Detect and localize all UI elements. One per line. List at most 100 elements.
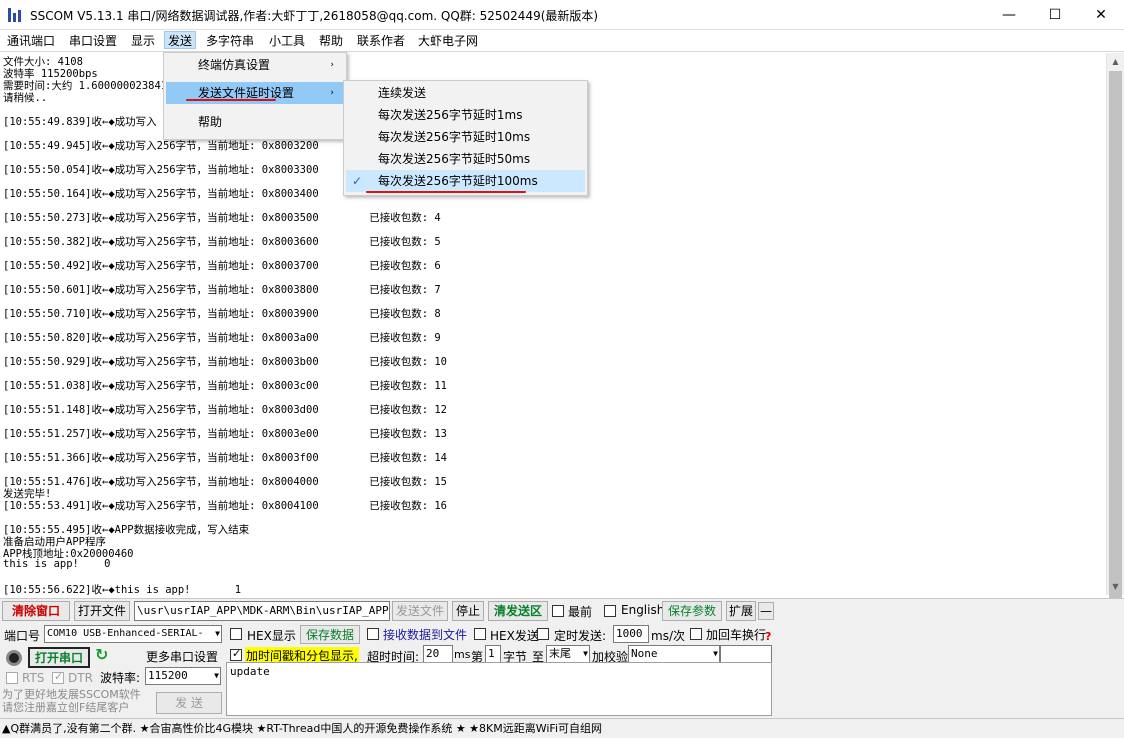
hex-send-label: HEX发送 (490, 629, 539, 643)
end-select[interactable]: 末尾 ▼ (546, 645, 590, 663)
save-data-button[interactable]: 保存数据 (300, 625, 360, 644)
log-line: [10:55:51.476]收←◆成功写入256字节，当前地址: 0x80040… (3, 476, 448, 488)
log-line: 请稍候.. (3, 92, 48, 104)
submenu-arrow-icon: › (330, 88, 334, 98)
log-line: [10:55:50.382]收←◆成功写入256字节，当前地址: 0x80036… (3, 236, 441, 248)
log-line: [10:55:51.148]收←◆成功写入256字节，当前地址: 0x8003d… (3, 404, 448, 416)
file-path-input[interactable]: \usr\usrIAP_APP\MDK-ARM\Bin\usrIAP_APP.b… (134, 601, 390, 621)
log-line: [10:55:51.366]收←◆成功写入256字节，当前地址: 0x8003f… (3, 452, 448, 464)
english-label: English (621, 603, 665, 617)
open-file-button[interactable]: 打开文件 (74, 601, 130, 621)
menu-website[interactable]: 大虾电子网 (415, 32, 481, 50)
topmost-label: 最前 (568, 605, 593, 619)
menu-terminal-emulation[interactable]: 终端仿真设置 › (166, 54, 344, 76)
chevron-down-icon: ▼ (214, 671, 219, 680)
submenu-delay-1ms[interactable]: 每次发送256字节延时1ms (346, 104, 585, 126)
hex-display-checkbox[interactable] (230, 628, 242, 640)
english-checkbox[interactable] (604, 605, 616, 617)
rts-checkbox[interactable] (6, 672, 18, 684)
close-button[interactable]: ✕ (1078, 0, 1124, 30)
log-scrollbar[interactable]: ▲ ▼ (1106, 53, 1124, 599)
timeout-unit: ms (454, 648, 471, 661)
byte-index-input[interactable]: 1 (485, 645, 501, 663)
timestamp-checkbox[interactable] (230, 647, 242, 661)
save-params-button[interactable]: 保存参数 (662, 601, 722, 621)
baud-select[interactable]: 115200 ▼ (145, 667, 221, 685)
port-status-icon (6, 650, 22, 666)
hex-send-checkbox[interactable] (474, 628, 486, 640)
stop-button[interactable]: 停止 (452, 601, 484, 621)
maximize-button[interactable]: ☐ (1032, 0, 1078, 30)
send-menu-dropdown: 终端仿真设置 › 发送文件延时设置 › 帮助 (163, 52, 347, 140)
title-bar: SSCOM V5.13.1 串口/网络数据调试器,作者:大虾丁丁,2618058… (0, 0, 1124, 30)
chevron-down-icon: ▼ (215, 629, 220, 638)
log-line: [10:55:50.820]收←◆成功写入256字节，当前地址: 0x8003a… (3, 332, 441, 344)
refresh-icon[interactable]: ↻ (95, 645, 108, 664)
minimize-button[interactable]: — (986, 0, 1032, 30)
timed-send-checkbox[interactable] (537, 628, 549, 640)
port-select[interactable]: COM10 USB-Enhanced-SERIAL- ▼ (44, 625, 222, 643)
timed-send-label: 定时发送: (554, 629, 607, 643)
scroll-up-icon[interactable]: ▲ (1107, 53, 1124, 70)
toolbar: 清除窗口 打开文件 \usr\usrIAP_APP\MDK-ARM\Bin\us… (0, 598, 1124, 622)
send-file-button[interactable]: 发送文件 (392, 601, 448, 621)
baud-label: 波特率: (100, 671, 141, 685)
status-bar[interactable]: ▲Q群满员了,没有第二个群. ★合宙高性价比4G模块 ★RT-Thread中国人… (0, 718, 1124, 738)
timeout-input[interactable]: 20 (423, 645, 453, 663)
clear-send-button[interactable]: 清发送区 (488, 601, 548, 621)
menu-contact-author[interactable]: 联系作者 (354, 32, 408, 50)
expand-button[interactable]: 扩展 (726, 601, 756, 621)
log-line: [10:55:50.273]收←◆成功写入256字节，当前地址: 0x80035… (3, 212, 441, 224)
checkmark-icon: ✓ (352, 174, 363, 188)
send-text-input[interactable]: update (226, 662, 772, 716)
dtr-checkbox[interactable] (52, 670, 64, 684)
send-button[interactable]: 发 送 (156, 692, 222, 714)
hex-display-label: HEX显示 (247, 629, 296, 643)
topmost-checkbox[interactable] (552, 605, 564, 617)
submenu-delay-100ms[interactable]: ✓ 每次发送256字节延时100ms (346, 170, 585, 192)
menu-send-help[interactable]: 帮助 (166, 111, 344, 133)
clear-window-button[interactable]: 清除窗口 (2, 601, 70, 621)
chevron-down-icon: ▼ (713, 649, 718, 658)
menu-send[interactable]: 发送 (164, 31, 197, 49)
dtr-label: DTR (68, 671, 93, 685)
log-line: [10:55:49.839]收←◆成功写入 (3, 116, 157, 128)
log-line: this is app! 0 (3, 558, 111, 570)
menu-serial-settings[interactable]: 串口设置 (66, 32, 120, 50)
log-line: [10:55:51.257]收←◆成功写入256字节，当前地址: 0x8003e… (3, 428, 448, 440)
menu-bar: 通讯端口 串口设置 显示 发送 多字符串 小工具 帮助 联系作者 大虾电子网 (0, 30, 1124, 52)
menu-comm-port[interactable]: 通讯端口 (4, 32, 58, 50)
scroll-thumb[interactable] (1109, 71, 1122, 599)
menu-help[interactable]: 帮助 (316, 32, 346, 50)
window-title: SSCOM V5.13.1 串口/网络数据调试器,作者:大虾丁丁,2618058… (30, 9, 599, 23)
add-crlf-checkbox[interactable] (690, 628, 702, 640)
log-line: [10:55:50.164]收←◆成功写入256字节，当前地址: 0x80034… (3, 188, 319, 200)
open-port-button[interactable]: 打开串口 (28, 647, 90, 668)
checksum-result-field (720, 645, 772, 663)
checksum-select[interactable]: None ▼ (628, 645, 720, 663)
port-label: 端口号 (4, 629, 41, 643)
more-settings-link[interactable]: 更多串口设置 (146, 648, 218, 665)
log-line: [10:55:56.622]收←◆this is app! 1 (3, 584, 242, 595)
log-line: [10:55:50.929]收←◆成功写入256字节，当前地址: 0x8003b… (3, 356, 448, 368)
promo-text[interactable]: 为了更好地发展SSCOM软件 请您注册嘉立创F结尾客户 (2, 688, 152, 714)
log-line: [10:55:49.945]收←◆成功写入256字节，当前地址: 0x80032… (3, 140, 319, 152)
submenu-delay-10ms[interactable]: 每次发送256字节延时10ms (346, 126, 585, 148)
interval-input[interactable]: 1000 (613, 625, 649, 643)
submenu-arrow-icon: › (330, 60, 334, 70)
recv-to-file-label[interactable]: 接收数据到文件 (383, 626, 467, 643)
help-icon[interactable]: ? (765, 630, 771, 643)
collapse-button[interactable]: — (758, 602, 774, 620)
interval-unit: ms/次 (651, 629, 685, 643)
menu-multi-string[interactable]: 多字符串 (203, 32, 257, 50)
menu-tools[interactable]: 小工具 (266, 32, 308, 50)
log-line: [10:55:50.710]收←◆成功写入256字节，当前地址: 0x80039… (3, 308, 441, 320)
submenu-delay-50ms[interactable]: 每次发送256字节延时50ms (346, 148, 585, 170)
log-line: [10:55:51.038]收←◆成功写入256字节，当前地址: 0x8003c… (3, 380, 448, 392)
scroll-down-icon[interactable]: ▼ (1107, 578, 1124, 595)
submenu-continuous[interactable]: 连续发送 (346, 82, 585, 104)
annotation-underline (366, 191, 526, 193)
recv-to-file-checkbox[interactable] (367, 628, 379, 640)
chevron-down-icon: ▼ (583, 649, 588, 658)
menu-display[interactable]: 显示 (128, 32, 158, 50)
